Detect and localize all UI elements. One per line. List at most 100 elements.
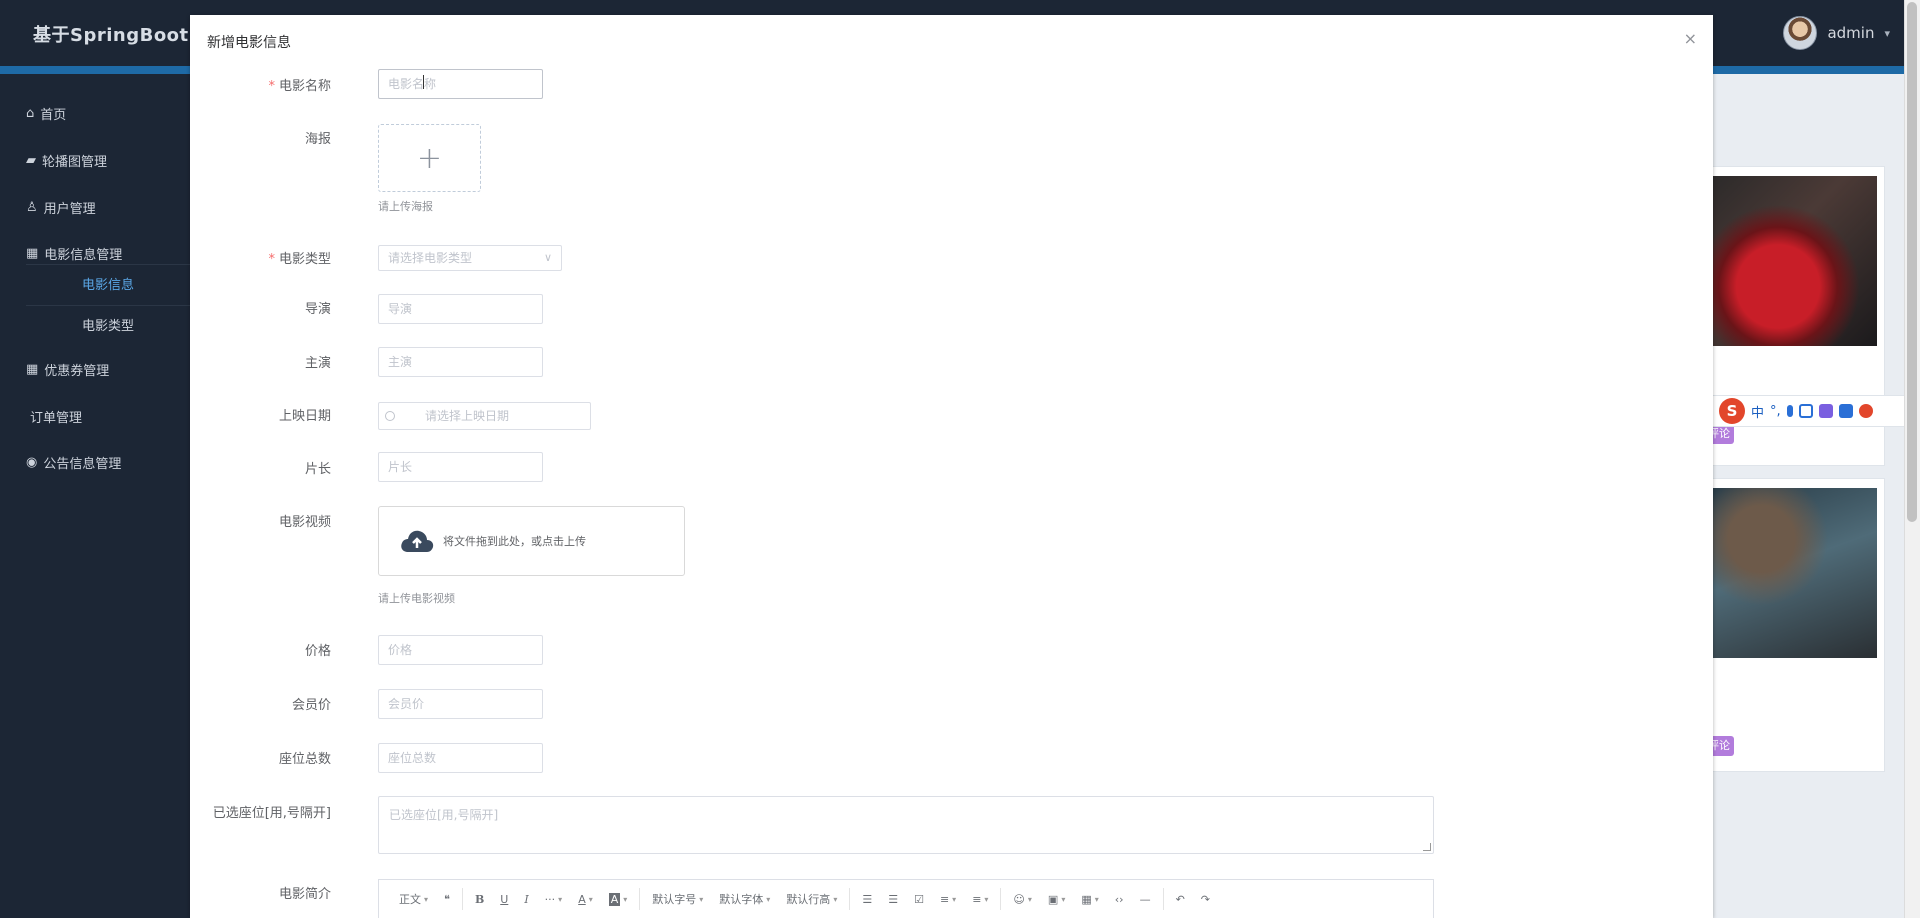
toolbox-icon[interactable] — [1838, 404, 1853, 418]
director-input[interactable]: 导演 — [378, 294, 543, 324]
align-dropdown[interactable]: ≡ ▾ — [932, 887, 964, 911]
poster-label: 海报 — [304, 132, 331, 147]
movie-poster-image[interactable] — [1712, 488, 1877, 658]
divider-icon[interactable]: — — [1132, 887, 1159, 911]
font-family-dropdown[interactable]: 默认字体 ▾ — [711, 887, 778, 911]
poster-hint: 请上传海报 — [378, 200, 433, 213]
microphone-icon[interactable] — [1786, 405, 1793, 417]
seat-total-label: 座位总数 — [278, 752, 331, 767]
movie-type-placeholder: 请选择电影类型 — [388, 251, 473, 265]
video-drag-upload-area[interactable]: 将文件拖到此处，或点击上传 — [378, 506, 685, 576]
vip-price-label: 会员价 — [291, 698, 331, 713]
sidebar-item-label: 优惠券管理 — [44, 363, 110, 379]
font-size-dropdown[interactable]: 默认字号 ▾ — [644, 887, 711, 911]
clock-icon — [385, 411, 395, 421]
actors-input[interactable]: 主演 — [378, 347, 543, 377]
video-drop-text: 将文件拖到此处，或点击上传 — [443, 535, 586, 548]
vip-price-input[interactable]: 会员价 — [378, 689, 543, 719]
movie-name-label: * 电影名称 — [268, 79, 331, 94]
undo-icon[interactable]: ↶ — [1168, 887, 1193, 911]
page-scrollbar[interactable] — [1904, 0, 1920, 918]
coupon-icon: ▦ — [26, 361, 39, 377]
notice-icon: ◉ — [26, 454, 38, 470]
cloud-upload-icon — [401, 530, 434, 552]
redo-icon[interactable]: ↷ — [1193, 887, 1218, 911]
rich-text-editor-toolbar: 正文 ▾ ❝ B U I ··· ▾ A ▾ A ▾ 默认字号 ▾ 默认字体 ▾ 默认行高 ▾… — [378, 879, 1434, 918]
toolbar-divider — [1000, 888, 1002, 910]
sidebar-item-label: 轮播图管理 — [42, 154, 108, 170]
sidebar-subitem-movie-info[interactable]: 电影信息 — [26, 264, 190, 302]
chevron-down-icon: ∨ — [543, 251, 552, 264]
intro-label: 电影简介 — [278, 887, 331, 902]
price-input[interactable]: 价格 — [378, 635, 543, 665]
sidebar-item-orders[interactable]: 订单管理 — [30, 404, 82, 428]
movie-poster-image[interactable] — [1712, 176, 1877, 346]
more-styles-dropdown[interactable]: ··· ▾ — [537, 887, 571, 911]
duration-label: 片长 — [304, 462, 331, 477]
user-menu[interactable]: admin ▾ — [1783, 15, 1890, 51]
duration-input[interactable]: 片长 — [378, 452, 543, 482]
release-date-placeholder: 请选择上映日期 — [425, 409, 510, 423]
movie-type-select[interactable]: 请选择电影类型 ∨ — [378, 245, 562, 271]
sidebar-item-home[interactable]: ⌂ 首页 — [26, 101, 66, 125]
actors-label: 主演 — [304, 356, 331, 371]
sidebar-item-label: 订单管理 — [30, 410, 83, 426]
seat-total-input[interactable]: 座位总数 — [378, 743, 543, 773]
toolbar-divider — [849, 888, 851, 910]
sidebar-subitem-movie-type[interactable]: 电影类型 — [26, 305, 190, 343]
ime-toolbar[interactable]: S 中 °, — [1712, 395, 1910, 427]
poster-upload-button[interactable]: + — [378, 124, 481, 192]
avatar[interactable] — [1783, 16, 1818, 50]
text-cursor-icon — [423, 75, 424, 89]
username[interactable]: admin — [1827, 24, 1874, 42]
numbered-list-icon[interactable]: ☰ — [880, 887, 906, 911]
bold-icon[interactable]: B — [467, 887, 492, 911]
scrollbar-thumb[interactable] — [1907, 2, 1917, 522]
image-icon: ▰ — [26, 152, 36, 168]
bulleted-list-icon[interactable]: ☰ — [854, 887, 880, 911]
add-movie-dialog: 新增电影信息 × * 电影名称 电影名称 海报 + 请上传海报 * 电影类型 请选择… — [190, 15, 1713, 918]
sidebar: ⌂ 首页 ▰ 轮播图管理 ♙ 用户管理 ▦ 电影信息管理 电影信息 电影类型 ▦… — [0, 74, 190, 918]
sidebar-item-label: 首页 — [40, 107, 67, 123]
italic-icon[interactable]: I — [516, 887, 536, 911]
indent-dropdown[interactable]: ≡ ▾ — [964, 887, 996, 911]
image-dropdown[interactable]: ▣ ▾ — [1040, 887, 1073, 911]
home-icon: ⌂ — [26, 105, 35, 121]
release-date-label: 上映日期 — [278, 409, 331, 424]
sidebar-item-carousel[interactable]: ▰ 轮播图管理 — [26, 148, 107, 172]
video-hint: 请上传电影视频 — [378, 592, 455, 605]
movie-type-label: * 电影类型 — [268, 252, 331, 267]
sidebar-item-notices[interactable]: ◉ 公告信息管理 — [26, 450, 121, 474]
code-icon[interactable]: ‹› — [1107, 887, 1132, 911]
movie-name-input[interactable]: 电影名称 — [378, 69, 543, 99]
sogou-logo-icon[interactable]: S — [1719, 398, 1745, 424]
sidebar-item-users[interactable]: ♙ 用户管理 — [26, 195, 96, 219]
underline-icon[interactable]: U — [492, 887, 516, 911]
quote-icon[interactable]: ❝ — [436, 887, 458, 911]
ime-punct-label[interactable]: °, — [1770, 404, 1781, 419]
table-dropdown[interactable]: ▦ ▾ — [1073, 887, 1106, 911]
sidebar-item-coupons[interactable]: ▦ 优惠券管理 — [26, 357, 109, 381]
close-icon[interactable]: × — [1684, 29, 1697, 48]
selected-seats-placeholder: 已选座位[用,号隔开] — [389, 808, 499, 822]
toolbar-divider — [639, 888, 641, 910]
sidebar-item-label: 公告信息管理 — [43, 456, 122, 472]
chevron-down-icon[interactable]: ▾ — [1884, 27, 1890, 40]
paragraph-style-dropdown[interactable]: 正文 ▾ — [391, 887, 436, 911]
font-color-dropdown[interactable]: A ▾ — [570, 887, 601, 911]
todo-checkbox-icon[interactable]: ☑ — [906, 887, 932, 911]
ime-mode-label[interactable]: 中 — [1751, 402, 1764, 421]
keyboard-icon[interactable] — [1798, 404, 1813, 418]
resize-handle[interactable] — [1423, 843, 1431, 851]
toolbar-divider — [461, 888, 463, 910]
sidebar-item-label: 用户管理 — [43, 201, 96, 217]
selected-seats-textarea[interactable]: 已选座位[用,号隔开] — [378, 796, 1434, 854]
sidebar-item-movie-management[interactable]: ▦ 电影信息管理 — [26, 241, 122, 265]
line-height-dropdown[interactable]: 默认行高 ▾ — [778, 887, 845, 911]
release-date-picker[interactable]: 请选择上映日期 — [378, 402, 591, 430]
skin-icon[interactable] — [1818, 404, 1833, 418]
toolbar-divider — [1162, 888, 1164, 910]
mascot-icon[interactable] — [1858, 404, 1873, 418]
background-color-dropdown[interactable]: A ▾ — [601, 887, 636, 911]
emoji-dropdown[interactable]: ☺ ▾ — [1005, 887, 1039, 911]
